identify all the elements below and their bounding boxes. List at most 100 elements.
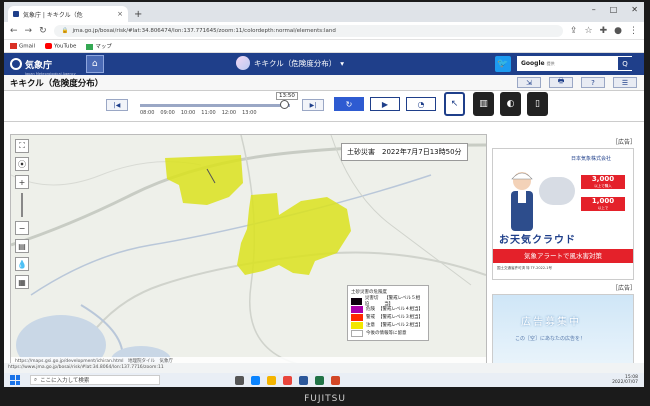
back-icon[interactable]: ← [10,26,18,36]
url-field[interactable]: 🔒 jma.go.jp/bosai/risk/#lat:34.806474/lo… [53,24,563,37]
chevron-down-icon: ▾ [340,58,345,68]
legend-row: 注意 【警戒レベル２相当】 [351,321,425,329]
word-icon[interactable] [299,375,308,385]
layers-icon: ▤ [18,241,26,251]
legend-row: 警戒 【警戒レベル３相当】 [351,313,425,321]
task-view-icon[interactable] [235,375,244,385]
window-controls: – □ ✕ [592,5,638,14]
minimize-icon[interactable]: – [592,5,596,14]
close-icon[interactable]: ✕ [631,5,638,14]
basemap-button[interactable]: ▦ [15,275,29,289]
refresh-button[interactable]: ↻ [334,97,364,111]
legend-swatch [351,329,363,337]
settings-button[interactable]: ☰ [613,77,637,88]
prev-button[interactable]: |◀ [106,99,128,111]
profile-icon[interactable]: ● [614,26,622,36]
bookmark-youtube[interactable]: YouTube [45,42,76,49]
zoom-out-button[interactable]: − [15,221,29,235]
edge-icon[interactable] [251,375,260,385]
print-button[interactable]: 🖶 [549,77,573,88]
page-title-text: キキクル（危険度分布） [254,58,337,68]
taskbar-search[interactable]: ⌕ ここに入力して検索 [30,375,160,385]
extensions-icon[interactable]: ✚ [600,26,608,36]
browser-tab-bar: 気象庁 | キキクル（危 × + – □ ✕ [4,2,644,22]
time-tick: 11:00 [201,110,216,116]
ad-label: ［広告］ [612,285,637,292]
jma-header: 気象庁 Japan Meteorological Agency ⌂ キキクル（危… [4,53,644,76]
document-icon: ▯ [535,99,540,109]
layer-button-2[interactable]: ◐ [500,92,521,116]
next-button[interactable]: ▶| [302,99,324,111]
layer-button-1[interactable]: ▥ [473,92,494,116]
time-tick: 09:00 [160,110,175,116]
favicon-icon [13,11,19,17]
menu-lines-icon: ☰ [621,78,629,87]
maps-icon [86,43,94,50]
powerpoint-icon[interactable] [331,375,340,385]
taskbar: ⌕ ここに入力して検索 15:08 2022/07/07 [4,373,644,387]
time-slider[interactable] [140,104,290,107]
zoom-slider[interactable] [21,193,23,217]
tab-title: 気象庁 | キキクル（危 [23,11,83,19]
google-search[interactable]: Google 提供 Q [517,56,632,71]
menu-icon[interactable]: ⋮ [629,26,638,36]
kikikuru-icon [236,56,250,70]
ad-banner-weather[interactable]: 日本気象株式会社 3,000 以上で購入 1,000 以上で お天気クラウド 気象ア… [492,148,634,280]
share-icon[interactable]: ⇪ [570,26,578,36]
google-search-label: Google [521,60,545,67]
time-tick: 10:00 [180,110,196,116]
system-tray-clock[interactable]: 15:08 2022/07/07 [612,375,638,385]
jma-logo-text: 気象庁 [25,60,53,71]
ad-stat-2: 1,000 以上で [581,197,625,211]
maximize-icon[interactable]: □ [610,5,618,14]
browser-tab[interactable]: 気象庁 | キキクル（危 × [8,6,128,22]
info-button[interactable]: ? [581,77,605,88]
url-text: jma.go.jp/bosai/risk/#lat:34.806474/lon:… [72,27,336,34]
bookmark-maps[interactable]: マップ [86,42,112,50]
reload-icon[interactable]: ↻ [39,26,47,36]
folder-icon[interactable] [267,375,276,385]
help-button[interactable]: ⇲ [517,77,541,88]
star-icon[interactable]: ☆ [585,26,593,36]
water-layer-button[interactable]: 💧 [15,257,29,271]
drop-icon: 💧 [17,259,27,269]
home-icon: ⌂ [91,59,98,69]
taskbar-apps [235,375,340,385]
bookmark-gmail[interactable]: Gmail [10,42,35,49]
twitter-button[interactable]: 🐦 [495,56,511,72]
print-icon: 🖶 [557,77,565,85]
layer-button-3[interactable]: ▯ [527,92,548,116]
legend-row: 今後の情報等に留意 [351,329,425,337]
time-slider-knob[interactable] [280,100,289,109]
map-layer-button[interactable]: ▤ [15,239,29,253]
locate-button[interactable]: ⦿ [15,157,29,171]
speed-button[interactable]: ◔ [406,97,436,111]
pointer-mode-button[interactable]: ↖ [444,92,465,116]
ad2-main-text: 広告募集中 [521,317,581,328]
home-button[interactable]: ⌂ [85,55,104,73]
legend-swatch [351,297,362,305]
lock-icon: 🔒 [61,27,69,34]
youtube-icon [45,42,53,49]
new-tab-button[interactable]: + [134,9,142,20]
address-bar: ← → ↻ 🔒 jma.go.jp/bosai/risk/#lat:34.806… [4,22,644,40]
ad-banner-recruit[interactable]: 広告募集中 この［空］にあなたの広告を！ [492,294,634,368]
excel-icon[interactable] [315,375,324,385]
page-title[interactable]: キキクル（危険度分布） ▾ [236,56,344,70]
screen: 気象庁 | キキクル（危 × + – □ ✕ ← → ↻ 🔒 jma.go.jp… [4,2,644,387]
jma-logo[interactable]: 気象庁 Japan Meteorological Agency [4,53,76,76]
zoom-in-button[interactable]: + [15,175,29,189]
chrome-icon[interactable] [283,375,292,385]
time-tick: 12:00 [221,110,237,116]
risk-map[interactable]: ⛶ ⦿ + − ▤ 💧 ▦ 土砂災害 2022年7月7日13時50分 土砂災害の… [10,134,487,368]
fullscreen-button[interactable]: ⛶ [15,139,29,153]
windows-start-icon[interactable] [10,375,20,385]
sub-title: キキクル（危険度分布） [10,78,104,89]
tab-close-button[interactable]: × [117,10,123,18]
play-button[interactable]: ▶ [370,97,400,111]
search-button[interactable]: Q [618,57,632,70]
time-tick: 08:00 [140,110,155,116]
map-info-box: 土砂災害 2022年7月7日13時50分 [341,143,468,161]
forward-icon[interactable]: → [25,26,33,36]
legend-row: 災害切迫 【警戒レベル５相当】 [351,296,425,307]
